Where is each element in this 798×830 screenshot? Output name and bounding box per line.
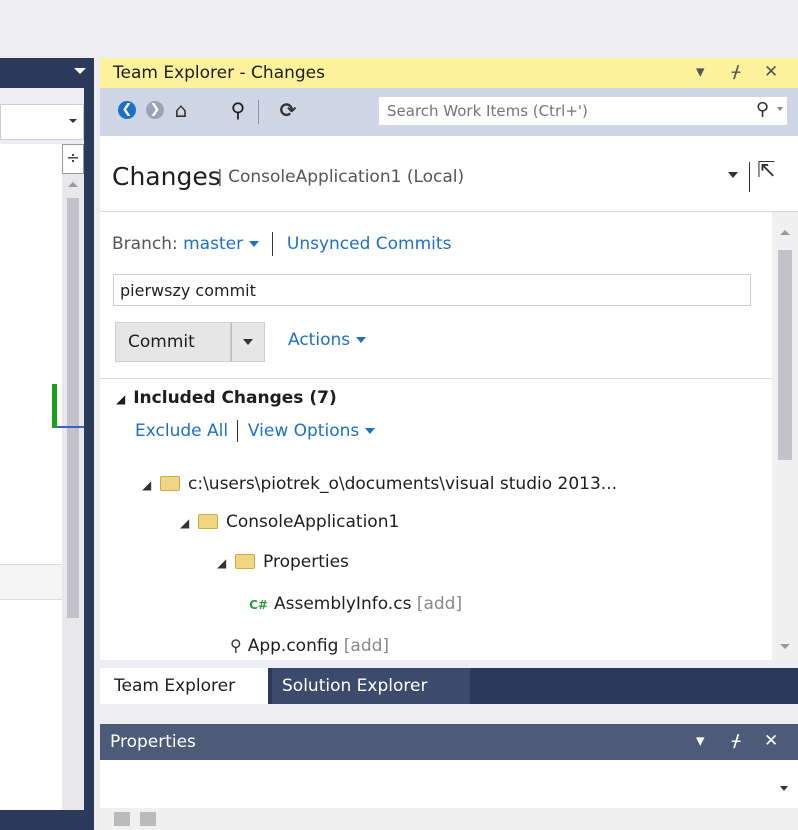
window-top-strip bbox=[0, 0, 798, 46]
code-editor[interactable] bbox=[0, 144, 62, 810]
toolbar-separator bbox=[258, 100, 259, 124]
changes-header: Changes | ConsoleApplication1 (Local) ⇱ bbox=[100, 136, 798, 212]
search-icon[interactable]: ⚲ bbox=[756, 99, 769, 120]
tree-row-project-folder[interactable]: ◢ ConsoleApplication1 bbox=[180, 510, 399, 534]
branch-name[interactable]: master bbox=[183, 234, 243, 254]
connect-plug-icon[interactable]: ⚲ bbox=[226, 98, 250, 122]
commit-dropdown-button[interactable] bbox=[231, 322, 265, 362]
team-explorer-title: Team Explorer - Changes bbox=[113, 63, 326, 83]
team-explorer-scrollbar[interactable] bbox=[772, 212, 798, 660]
refresh-icon[interactable]: ⟳ bbox=[276, 98, 300, 122]
config-file-icon: ⚲ bbox=[230, 636, 242, 655]
editor-current-line bbox=[0, 564, 62, 600]
properties-title: Properties bbox=[110, 732, 196, 752]
split-window-icon[interactable]: ÷ bbox=[62, 144, 84, 174]
commit-message-input[interactable] bbox=[114, 275, 732, 305]
page-subtitle: | ConsoleApplication1 (Local) bbox=[217, 167, 465, 187]
home-icon[interactable]: ⌂ bbox=[169, 98, 193, 122]
exclude-all-link[interactable]: Exclude All bbox=[135, 421, 228, 441]
included-changes-title: Included Changes (7) bbox=[133, 388, 337, 408]
chevron-down-icon[interactable] bbox=[780, 786, 788, 791]
popout-icon[interactable]: ⇱ bbox=[757, 158, 775, 183]
tree-row-solution-folder[interactable]: ◢ c:\users\piotrek_o\documents\visual stu… bbox=[142, 472, 617, 496]
editor-dropdown-icon[interactable] bbox=[74, 68, 86, 74]
chevron-down-icon[interactable] bbox=[69, 119, 77, 123]
team-explorer-toolbar: ❮ ❯ ⌂ ⚲ ⟳ ⚲ bbox=[100, 88, 798, 136]
chevron-down-icon[interactable] bbox=[365, 428, 376, 434]
branch-label: Branch: bbox=[112, 234, 178, 254]
tree-item-label: AssemblyInfo.cs bbox=[274, 594, 412, 614]
pin-icon[interactable]: ᚋ bbox=[732, 731, 740, 751]
editor-scrollbar[interactable]: ÷ bbox=[62, 144, 84, 810]
page-title: Changes bbox=[112, 162, 221, 191]
scroll-down-icon[interactable] bbox=[780, 644, 790, 649]
tree-item-label: c:\users\piotrek_o\documents\visual stud… bbox=[188, 474, 618, 494]
close-icon[interactable]: ✕ bbox=[764, 731, 778, 751]
actions-menu[interactable]: Actions bbox=[288, 330, 367, 350]
team-explorer-title-bar: Team Explorer - Changes ▾ ᚋ ✕ bbox=[100, 58, 798, 88]
window-frame bbox=[84, 88, 94, 830]
alphabetical-icon[interactable] bbox=[140, 812, 156, 826]
chevron-down-icon bbox=[243, 339, 253, 345]
scroll-up-icon[interactable] bbox=[780, 230, 790, 235]
scroll-thumb[interactable] bbox=[778, 250, 792, 460]
section-divider bbox=[100, 378, 772, 379]
editor-tab-header bbox=[0, 58, 94, 88]
commit-button[interactable]: Commit bbox=[115, 322, 231, 362]
back-button[interactable]: ❮ bbox=[115, 98, 139, 122]
collapse-triangle-icon[interactable]: ◢ bbox=[180, 511, 198, 535]
window-dropdown-icon[interactable]: ▾ bbox=[696, 731, 705, 751]
actions-label[interactable]: Actions bbox=[288, 330, 350, 350]
categorized-icon[interactable] bbox=[114, 812, 130, 826]
tree-row-properties-folder[interactable]: ◢ Properties bbox=[217, 550, 349, 574]
properties-toolbar bbox=[100, 808, 798, 830]
chevron-down-icon[interactable] bbox=[356, 337, 367, 343]
search-options-icon[interactable] bbox=[777, 107, 783, 111]
collapse-triangle-icon[interactable]: ◢ bbox=[116, 392, 125, 406]
folder-icon bbox=[235, 553, 255, 569]
header-separator bbox=[749, 162, 750, 192]
branch-row: Branch: master Unsynced Commits bbox=[112, 232, 451, 256]
editor-scroll-thumb[interactable] bbox=[67, 198, 79, 618]
tab-solution-explorer[interactable]: Solution Explorer bbox=[272, 668, 470, 704]
commit-message-field[interactable] bbox=[113, 274, 751, 306]
tree-item-label: Properties bbox=[263, 552, 349, 572]
included-changes-links: Exclude All View Options bbox=[135, 420, 376, 442]
page-dropdown-icon[interactable] bbox=[728, 172, 738, 178]
editor-member-combobox[interactable] bbox=[0, 104, 84, 140]
forward-button[interactable]: ❯ bbox=[143, 98, 167, 122]
branch-selector[interactable]: master bbox=[183, 234, 260, 254]
scroll-up-icon[interactable] bbox=[68, 182, 78, 187]
tab-team-explorer[interactable]: Team Explorer bbox=[100, 668, 268, 704]
tree-item-label: ConsoleApplication1 bbox=[226, 512, 400, 532]
branch-separator bbox=[272, 232, 274, 256]
change-marker bbox=[52, 384, 57, 428]
search-work-items-box[interactable]: ⚲ bbox=[378, 96, 788, 126]
collapse-triangle-icon[interactable]: ◢ bbox=[217, 551, 235, 575]
forward-arrow-icon: ❯ bbox=[146, 101, 164, 119]
links-separator bbox=[237, 420, 239, 442]
included-changes-header[interactable]: ◢ Included Changes (7) bbox=[116, 388, 337, 408]
window-frame-bottom bbox=[0, 810, 94, 830]
unsynced-commits-link[interactable]: Unsynced Commits bbox=[287, 234, 452, 254]
file-status: [add] bbox=[416, 594, 463, 614]
tree-row-assemblyinfo[interactable]: C# AssemblyInfo.cs [add] bbox=[238, 592, 462, 616]
pin-icon[interactable]: ᚋ bbox=[732, 62, 740, 82]
chevron-down-icon[interactable] bbox=[249, 241, 260, 247]
file-status: [add] bbox=[343, 636, 390, 656]
close-icon[interactable]: ✕ bbox=[764, 62, 778, 82]
tree-item-label: App.config bbox=[247, 636, 339, 656]
folder-icon bbox=[198, 513, 218, 529]
folder-icon bbox=[160, 475, 180, 491]
collapse-triangle-icon[interactable]: ◢ bbox=[142, 473, 160, 497]
search-input[interactable] bbox=[379, 97, 709, 125]
tree-row-app-config[interactable]: ⚲ App.config [add] bbox=[230, 634, 389, 658]
view-options-label[interactable]: View Options bbox=[248, 421, 359, 441]
window-dropdown-icon[interactable]: ▾ bbox=[696, 62, 705, 82]
back-arrow-icon: ❮ bbox=[118, 101, 136, 119]
view-options-link[interactable]: View Options bbox=[248, 421, 376, 441]
csharp-file-icon: C# bbox=[249, 598, 268, 612]
properties-title-bar: Properties ▾ ᚋ ✕ bbox=[100, 724, 798, 760]
